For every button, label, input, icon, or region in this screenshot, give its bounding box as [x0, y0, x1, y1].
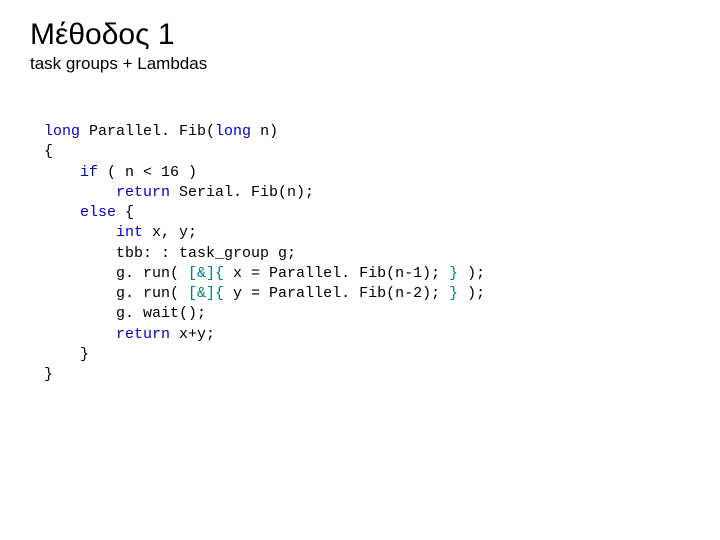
code-text: }	[44, 366, 53, 383]
slide-title: Μέθοδος 1	[30, 18, 690, 52]
code-keyword: return	[44, 326, 170, 343]
code-block: long Parallel. Fib(long n) { if ( n < 16…	[30, 122, 690, 385]
code-keyword: return	[44, 184, 170, 201]
code-lambda: }	[449, 265, 458, 282]
code-lambda: }	[449, 285, 458, 302]
code-text: g. run(	[44, 285, 188, 302]
code-text: );	[458, 265, 485, 282]
code-text: y = Parallel. Fib(n-2);	[224, 285, 449, 302]
code-keyword: if	[44, 164, 98, 181]
code-text: tbb: : task_group g;	[44, 245, 296, 262]
code-text: g. wait();	[44, 305, 206, 322]
code-lambda: [&]{	[188, 265, 224, 282]
code-text: ( n < 16 )	[98, 164, 197, 181]
code-keyword: int	[44, 224, 143, 241]
code-text: x, y;	[143, 224, 197, 241]
code-text: );	[458, 285, 485, 302]
code-text: Serial. Fib(n);	[170, 184, 314, 201]
code-text: x+y;	[170, 326, 215, 343]
code-keyword: long	[44, 123, 80, 140]
code-text: }	[44, 346, 89, 363]
code-text: x = Parallel. Fib(n-1);	[224, 265, 449, 282]
code-keyword: long	[215, 123, 251, 140]
code-text: n)	[251, 123, 278, 140]
code-keyword: else	[44, 204, 116, 221]
code-text: {	[116, 204, 134, 221]
code-lambda: [&]{	[188, 285, 224, 302]
code-text: g. run(	[44, 265, 188, 282]
code-text: {	[44, 143, 53, 160]
code-text: Parallel. Fib(	[80, 123, 215, 140]
slide-subtitle: task groups + Lambdas	[30, 54, 690, 74]
